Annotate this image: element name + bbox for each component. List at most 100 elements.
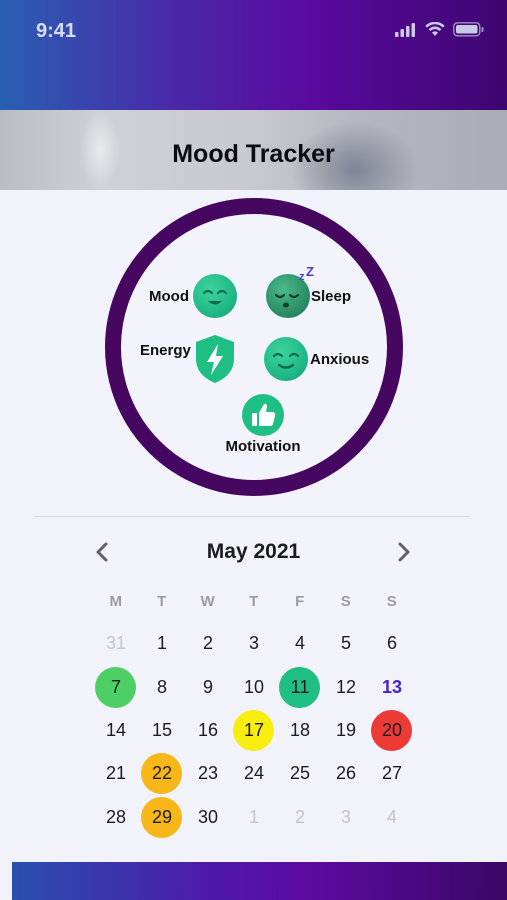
day-number: 24 — [243, 763, 265, 784]
sleep-z-small: z — [299, 271, 305, 283]
day-number: 19 — [335, 719, 357, 740]
day-number: 18 — [289, 719, 311, 740]
calendar-day-marked[interactable]: 11 — [277, 666, 323, 709]
day-number: 3 — [248, 633, 259, 654]
day-number: 22 — [151, 763, 173, 784]
day-number: 15 — [151, 719, 173, 740]
sleep-z-large: Z — [306, 264, 314, 279]
calendar-day-next-month[interactable]: 1 — [231, 796, 277, 839]
status-icons — [395, 22, 485, 37]
calendar-day[interactable]: 1 — [139, 622, 185, 665]
calendar-day[interactable]: 12 — [323, 666, 369, 709]
weekday-label: W — [200, 593, 216, 610]
calendar-day[interactable]: 15 — [139, 709, 185, 752]
calendar-week: 31 1 2 3 4 5 6 — [93, 622, 415, 665]
day-number: 14 — [105, 719, 127, 740]
day-number: 3 — [340, 806, 351, 827]
smile-face-icon — [192, 274, 237, 318]
month-title: May 2021 — [206, 540, 301, 563]
calendar-day[interactable]: 3 — [231, 622, 277, 665]
day-number: 25 — [289, 763, 311, 784]
calendar-day[interactable]: 8 — [139, 666, 185, 709]
weekday-label: T — [157, 593, 167, 610]
calendar-day-next-month[interactable]: 3 — [323, 796, 369, 839]
calendar-day[interactable]: 18 — [277, 709, 323, 752]
day-number: 27 — [381, 763, 403, 784]
day-number: 6 — [386, 633, 397, 654]
calendar-day-prev-month[interactable]: 31 — [93, 622, 139, 665]
signal-icon — [395, 22, 415, 37]
calendar-day-marked[interactable]: 7 — [93, 666, 139, 709]
day-number: 23 — [197, 763, 219, 784]
weekday-label: S — [386, 593, 398, 610]
divider — [35, 516, 469, 517]
calendar-day[interactable]: 24 — [231, 752, 277, 795]
calendar-day[interactable]: 25 — [277, 752, 323, 795]
status-bar: 9:41 — [0, 0, 507, 110]
day-number: 7 — [110, 676, 121, 697]
wheel-item-energy[interactable]: Energy — [140, 333, 237, 385]
day-number: 4 — [294, 633, 305, 654]
calendar-day-marked[interactable]: 22 — [139, 752, 185, 795]
calendar-day-marked[interactable]: 29 — [139, 796, 185, 839]
calendar-week: 7 8 9 10 11 12 13 — [93, 665, 415, 708]
next-month-button[interactable] — [390, 538, 418, 566]
calm-face-icon — [264, 337, 308, 381]
calendar-day[interactable]: 5 — [323, 622, 369, 665]
motivation-label: Motivation — [225, 438, 301, 455]
calendar-day[interactable]: 14 — [93, 709, 139, 752]
wheel-item-sleep[interactable]: z Z Sleep — [266, 264, 352, 318]
calendar-day[interactable]: 9 — [185, 666, 231, 709]
day-number: 2 — [294, 806, 305, 827]
day-number: 4 — [386, 806, 397, 827]
weekday-label: F — [295, 593, 305, 610]
day-number: 28 — [105, 806, 127, 827]
day-number: 26 — [335, 763, 357, 784]
day-number: 17 — [243, 719, 265, 740]
wheel-item-anxious[interactable]: Anxious — [264, 337, 369, 381]
calendar-day[interactable]: 26 — [323, 752, 369, 795]
mood-label: Mood — [149, 287, 189, 305]
calendar-day[interactable]: 16 — [185, 709, 231, 752]
battery-icon — [453, 22, 484, 37]
day-number: 16 — [197, 719, 219, 740]
day-number: 1 — [156, 633, 167, 654]
day-number: 12 — [335, 676, 357, 697]
wheel-item-motivation[interactable]: Motivation — [213, 394, 313, 455]
calendar-day[interactable]: 21 — [93, 752, 139, 795]
day-number: 9 — [202, 676, 213, 697]
weekday-label: M — [109, 593, 123, 610]
calendar-day[interactable]: 27 — [369, 752, 415, 795]
thumbs-up-icon — [242, 394, 284, 436]
mood-wheel: Mood z Z Sleep Energy Anxious Motivation — [105, 198, 403, 496]
calendar-day-marked[interactable]: 17 — [231, 709, 277, 752]
day-number: 29 — [151, 806, 173, 827]
day-number: 1 — [248, 806, 259, 827]
wifi-icon — [425, 22, 445, 36]
calendar-day-marked[interactable]: 20 — [369, 709, 415, 752]
calendar-day[interactable]: 19 — [323, 709, 369, 752]
calendar-grid: 31 1 2 3 4 5 6 7 8 9 10 11 12 13 14 15 1… — [93, 622, 415, 839]
day-number: 5 — [340, 633, 351, 654]
calendar-day-next-month[interactable]: 4 — [369, 796, 415, 839]
calendar-day[interactable]: 2 — [185, 622, 231, 665]
wheel-item-mood[interactable]: Mood — [149, 274, 237, 318]
calendar-day[interactable]: 30 — [185, 796, 231, 839]
calendar-day[interactable]: 23 — [185, 752, 231, 795]
day-number: 8 — [156, 676, 167, 697]
calendar-day[interactable]: 4 — [277, 622, 323, 665]
day-number: 31 — [105, 633, 127, 654]
calendar-day-next-month[interactable]: 2 — [277, 796, 323, 839]
energy-label: Energy — [140, 341, 191, 359]
calendar-day[interactable]: 10 — [231, 666, 277, 709]
sleep-label: Sleep — [311, 288, 352, 305]
calendar-day[interactable]: 28 — [93, 796, 139, 839]
day-number: 21 — [105, 763, 127, 784]
calendar-week: 14 15 16 17 18 19 20 — [93, 709, 415, 752]
calendar-week: 21 22 23 24 25 26 27 — [93, 752, 415, 795]
calendar-week: 28 29 30 1 2 3 4 — [93, 796, 415, 839]
calendar-day-today[interactable]: 13 — [369, 666, 415, 709]
header-banner: Mood Tracker — [0, 110, 507, 190]
weekday-label: T — [249, 593, 259, 610]
calendar-day[interactable]: 6 — [369, 622, 415, 665]
